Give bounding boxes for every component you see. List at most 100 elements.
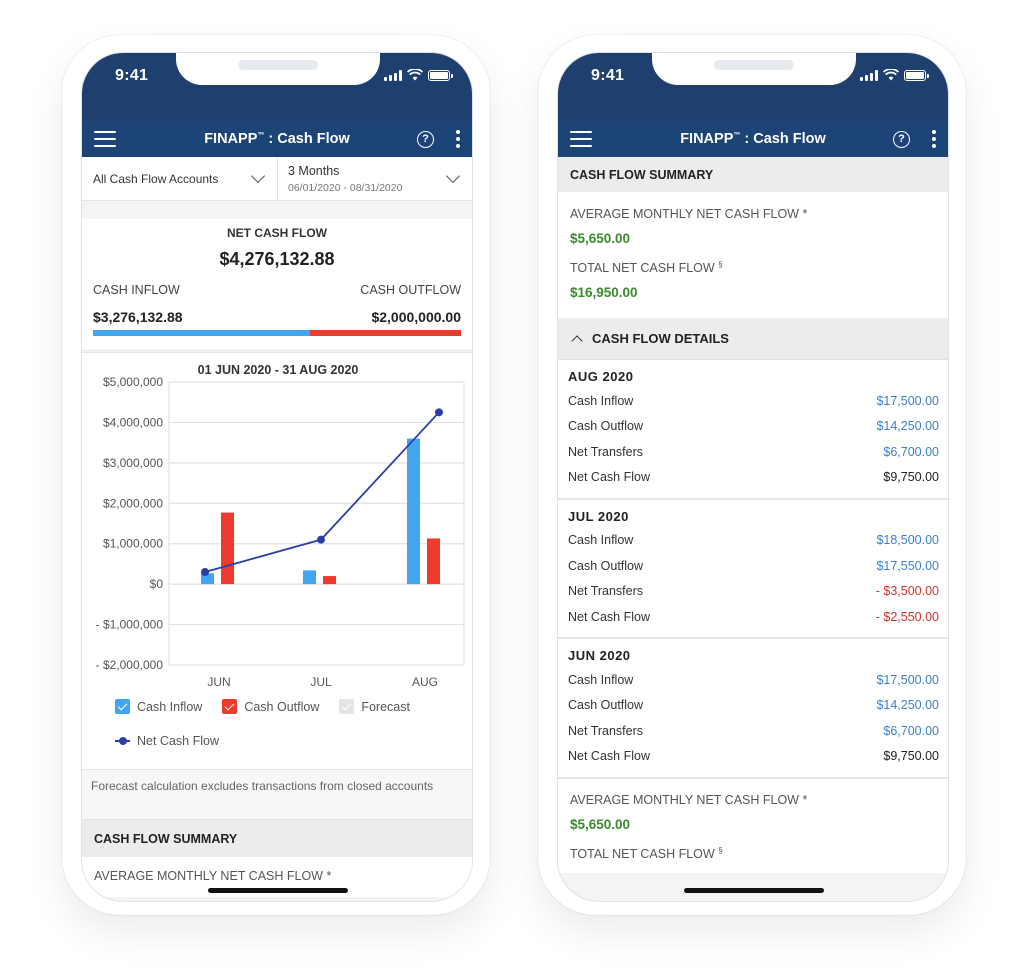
avg-monthly-label: AVERAGE MONTHLY NET CASH FLOW * (570, 792, 808, 807)
cash-flow-details-toggle[interactable]: CASH FLOW DETAILS (558, 318, 948, 361)
bar-cash-outflow (323, 576, 336, 585)
detail-label: Cash Outflow (568, 698, 644, 713)
wifi-icon (883, 69, 899, 81)
wifi-icon (407, 69, 423, 81)
total-net-value: $16,950.00 (570, 285, 638, 301)
cash-flow-details-label: CASH FLOW DETAILS (592, 331, 729, 347)
speaker (238, 60, 318, 70)
app-title: FINAPP™ : Cash Flow (204, 131, 350, 147)
forecast-footnote: Forecast calculation excludes transactio… (82, 769, 472, 819)
bar-cash-inflow (303, 570, 316, 585)
chevron-down-icon (250, 168, 266, 183)
checkbox-checked-icon (115, 699, 130, 714)
screen-right: 9:41 FINAPP™ : Cash Flow ? CASH FLOW SUM… (557, 52, 949, 902)
detail-row: Net Cash Flow $9,750.00 (568, 743, 939, 768)
detail-value: - $3,500.00 (875, 584, 939, 599)
detail-value[interactable]: $17,500.00 (876, 673, 939, 687)
cash-flow-summary-bottom: AVERAGE MONTHLY NET CASH FLOW * $5,650.0… (558, 778, 948, 873)
cash-outflow-value: $2,000,000.00 (371, 309, 461, 325)
help-icon[interactable]: ? (893, 130, 910, 148)
home-indicator[interactable] (684, 888, 824, 893)
y-tick-label: $2,000,000 (103, 496, 163, 510)
detail-row: Cash Outflow $14,250.00 (568, 414, 939, 439)
month-detail-block: JUL 2020 Cash Inflow $18,500.00 Cash Outflo… (558, 499, 948, 640)
detail-row: Net Cash Flow - $2,550.00 (568, 604, 939, 629)
detail-value[interactable]: $6,700.00 (883, 724, 939, 738)
signal-icon (860, 70, 878, 81)
status-bar: 9:41 (82, 53, 472, 121)
detail-value[interactable]: $14,250.00 (876, 698, 939, 712)
inflow-bar-segment (93, 330, 311, 336)
more-options-icon[interactable] (932, 130, 936, 148)
inflow-outflow-ratio-bar (93, 330, 461, 336)
cash-inflow-value: $3,276,132.88 (93, 309, 183, 325)
bar-cash-outflow (221, 512, 234, 585)
chevron-up-icon (571, 334, 583, 347)
account-filter-dropdown[interactable]: All Cash Flow Accounts (82, 157, 278, 200)
detail-value[interactable]: $17,500.00 (876, 394, 939, 408)
filter-bar: All Cash Flow Accounts 3 Months 06/01/20… (82, 157, 472, 201)
hamburger-icon[interactable] (570, 131, 592, 147)
detail-label: Cash Outflow (568, 558, 644, 573)
detail-label: Net Cash Flow (568, 749, 650, 764)
notch (176, 53, 380, 85)
hamburger-icon[interactable] (94, 131, 116, 147)
battery-icon (904, 70, 929, 81)
checkbox-checked-icon (222, 699, 238, 714)
chart-title: 01 JUN 2020 - 31 AUG 2020 (198, 363, 359, 377)
month-detail-block: AUG 2020 Cash Inflow $17,500.00 Cash Outflo… (558, 360, 948, 500)
avg-monthly-label: AVERAGE MONTHLY NET CASH FLOW * (570, 207, 808, 221)
y-tick-label: $0 (150, 577, 164, 591)
date-range-dates: 06/01/2020 - 08/31/2020 (288, 181, 403, 194)
line-marker-icon (115, 737, 130, 745)
legend-cash-outflow[interactable]: Cash Outflow (222, 699, 319, 714)
detail-value[interactable]: $14,250.00 (876, 419, 939, 433)
checkbox-disabled-icon (339, 699, 355, 714)
total-net-label: TOTAL NET CASH FLOW § (570, 260, 723, 276)
cash-flow-summary: AVERAGE MONTHLY NET CASH FLOW * $5,650.0… (558, 192, 948, 319)
net-cash-flow-point (201, 568, 209, 577)
detail-value[interactable]: $18,500.00 (876, 533, 939, 547)
y-tick-label: $5,000,000 (103, 375, 163, 389)
month-title: JUN 2020 (568, 648, 631, 664)
net-cash-flow-card: NET CASH FLOW $4,276,132.88 CASH INFLOW … (82, 219, 472, 351)
home-indicator[interactable] (208, 888, 348, 893)
more-options-icon[interactable] (456, 130, 460, 148)
avg-monthly-label: AVERAGE MONTHLY NET CASH FLOW * (94, 869, 332, 883)
detail-value[interactable]: $17,550.00 (876, 559, 939, 573)
bar-cash-outflow (427, 538, 440, 585)
x-tick-label: AUG (412, 675, 438, 689)
chevron-down-icon (445, 168, 461, 183)
system-icons (384, 69, 453, 81)
x-tick-label: JUL (310, 675, 332, 689)
net-cash-flow-line (204, 411, 440, 573)
month-title: AUG 2020 (568, 369, 634, 385)
detail-label: Net Transfers (568, 723, 644, 738)
screen-left: 9:41 FINAPP™ : Cash Flow ? All Cash Flow… (81, 52, 473, 902)
detail-row: Net Transfers $6,700.00 (568, 439, 939, 464)
legend-net-cash-flow[interactable]: Net Cash Flow (115, 734, 219, 748)
legend-forecast[interactable]: Forecast (339, 699, 410, 714)
date-range-dropdown[interactable]: 3 Months 06/01/2020 - 08/31/2020 (278, 157, 472, 200)
phone-frame-right: 9:41 FINAPP™ : Cash Flow ? CASH FLOW SUM… (538, 35, 966, 915)
detail-row: Cash Inflow $17,500.00 (568, 388, 939, 413)
detail-value[interactable]: $6,700.00 (883, 445, 939, 459)
detail-row: Cash Outflow $17,550.00 (568, 553, 939, 578)
outflow-bar-segment (310, 330, 461, 336)
y-tick-label: - $1,000,000 (96, 618, 164, 632)
detail-row: Cash Outflow $14,250.00 (568, 693, 939, 718)
detail-label: Cash Inflow (568, 393, 634, 408)
cash-inflow-label: CASH INFLOW (93, 283, 180, 297)
system-icons (860, 69, 929, 81)
detail-row: Net Transfers $6,700.00 (568, 718, 939, 743)
signal-icon (384, 70, 402, 81)
detail-label: Net Cash Flow (568, 470, 650, 485)
cash-flow-summary-header: CASH FLOW SUMMARY (82, 819, 472, 857)
x-tick-label: JUN (207, 675, 230, 689)
app-navbar: FINAPP™ : Cash Flow ? (558, 121, 948, 157)
legend-cash-inflow[interactable]: Cash Inflow (115, 699, 202, 714)
detail-value: - $2,550.00 (875, 609, 939, 624)
notch (652, 53, 856, 85)
help-icon[interactable]: ? (417, 130, 434, 148)
detail-label: Cash Inflow (568, 672, 634, 687)
